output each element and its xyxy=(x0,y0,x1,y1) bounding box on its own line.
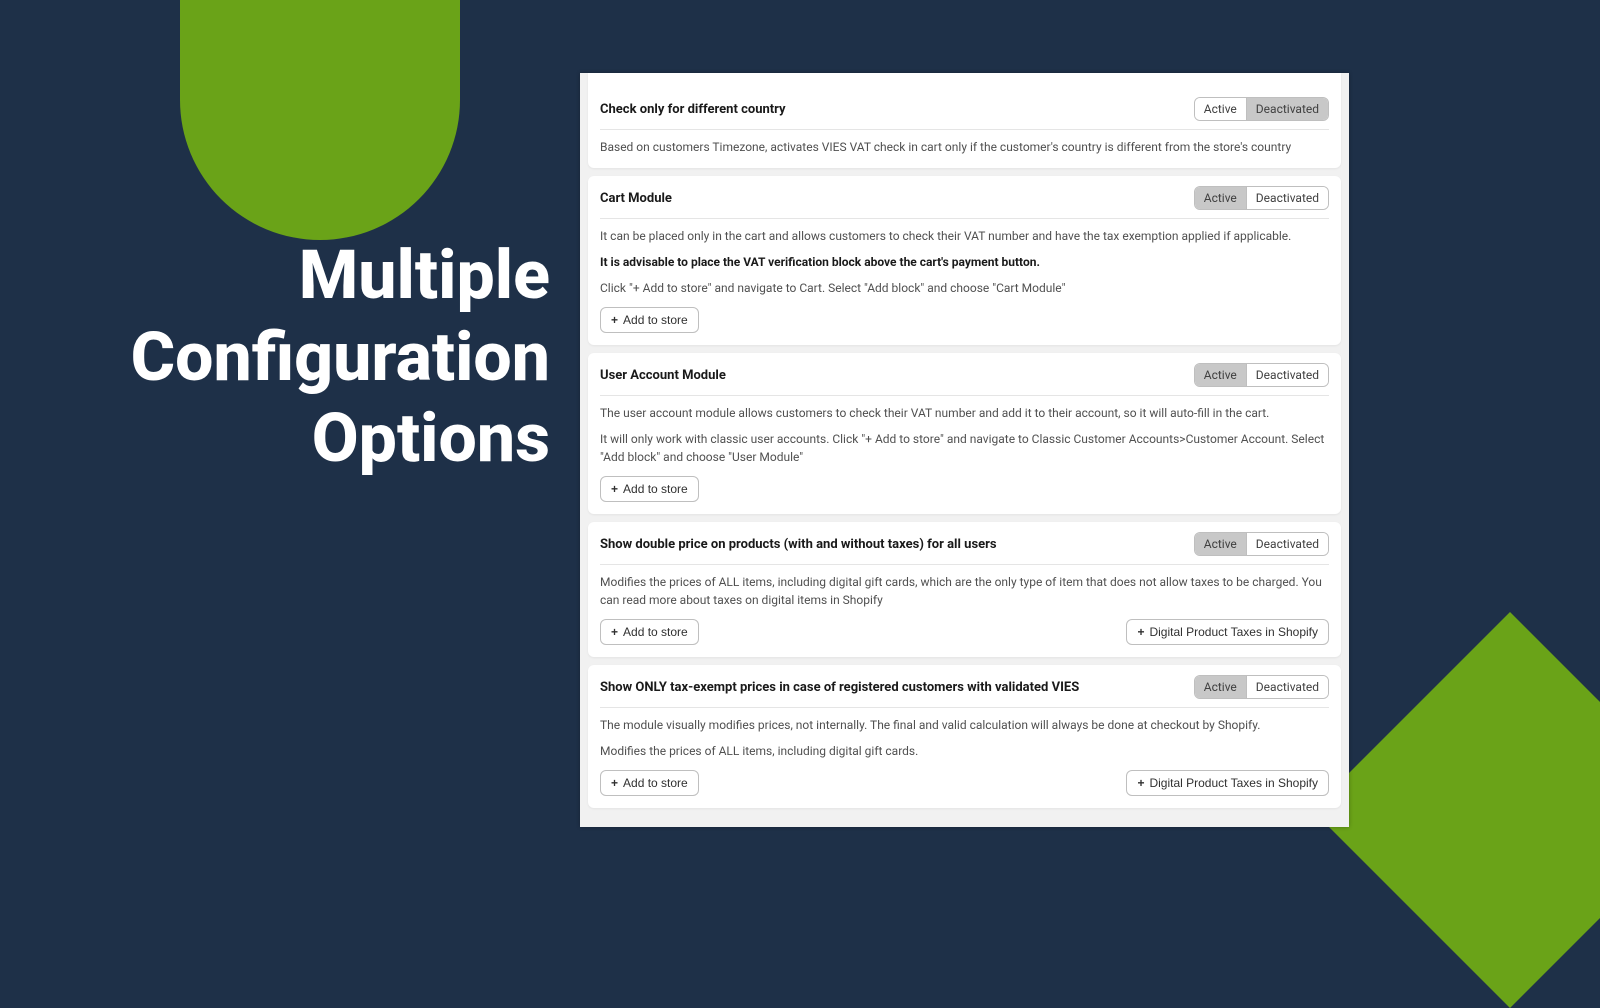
decorative-shape-top xyxy=(180,0,460,240)
card-body: Modifies the prices of ALL items, includ… xyxy=(600,573,1329,609)
plus-icon: + xyxy=(1137,625,1144,639)
plus-icon: + xyxy=(611,625,618,639)
plus-icon: + xyxy=(611,313,618,327)
card-header: Cart Module ActiveDeactivated xyxy=(600,186,1329,219)
add-to-store-button[interactable]: + Add to store xyxy=(600,307,699,333)
toggle-group: ActiveDeactivated xyxy=(1194,532,1329,556)
card-body: The user account module allows customers… xyxy=(600,404,1329,466)
config-card: Show double price on products (with and … xyxy=(588,522,1341,657)
card-title: Check only for different country xyxy=(600,102,786,117)
digital-taxes-button[interactable]: + Digital Product Taxes in Shopify xyxy=(1126,619,1329,645)
card-actions: + Add to store + Digital Product Taxes in S… xyxy=(600,770,1329,796)
plus-icon: + xyxy=(611,776,618,790)
config-card: User Account Module ActiveDeactivated The … xyxy=(588,353,1341,514)
card-text: It will only work with classic user acco… xyxy=(600,430,1329,466)
config-card: Cart Module ActiveDeactivated It can be pl… xyxy=(588,176,1341,345)
card-title: Cart Module xyxy=(600,191,672,206)
toggle-active[interactable]: Active xyxy=(1195,187,1246,209)
card-text: The user account module allows customers… xyxy=(600,404,1329,422)
card-title: Show double price on products (with and … xyxy=(600,537,997,552)
card-text: It is advisable to place the VAT verific… xyxy=(600,253,1329,271)
card-header: User Account Module ActiveDeactivated xyxy=(600,363,1329,396)
toggle-deactivated[interactable]: Deactivated xyxy=(1246,676,1328,698)
toggle-deactivated[interactable]: Deactivated xyxy=(1246,98,1328,120)
toggle-group: ActiveDeactivated xyxy=(1194,186,1329,210)
button-label: Digital Product Taxes in Shopify xyxy=(1149,776,1318,790)
button-label: Add to store xyxy=(623,482,688,496)
toggle-group: ActiveDeactivated xyxy=(1194,97,1329,121)
toggle-deactivated[interactable]: Deactivated xyxy=(1246,364,1328,386)
card-title: Show ONLY tax-exempt prices in case of r… xyxy=(600,680,1079,695)
card-header: Show double price on products (with and … xyxy=(600,532,1329,565)
card-body: Based on customers Timezone, activates V… xyxy=(600,138,1329,156)
decorative-shape-bottom xyxy=(1312,612,1600,1008)
card-header: Show ONLY tax-exempt prices in case of r… xyxy=(600,675,1329,708)
card-text: The module visually modifies prices, not… xyxy=(600,716,1329,734)
button-label: Digital Product Taxes in Shopify xyxy=(1149,625,1318,639)
config-panel: Check only for different countryActiveDe… xyxy=(580,73,1349,827)
card-actions: + Add to store + Digital Product Taxes in S… xyxy=(600,619,1329,645)
add-to-store-button[interactable]: + Add to store xyxy=(600,770,699,796)
add-to-store-button[interactable]: + Add to store xyxy=(600,619,699,645)
toggle-active[interactable]: Active xyxy=(1195,676,1246,698)
card-header: Check only for different country ActiveDe… xyxy=(600,97,1329,130)
plus-icon: + xyxy=(611,482,618,496)
button-label: Add to store xyxy=(623,776,688,790)
plus-icon: + xyxy=(1137,776,1144,790)
card-title: User Account Module xyxy=(600,368,726,383)
card-text: Modifies the prices of ALL items, includ… xyxy=(600,742,1329,760)
card-text: Modifies the prices of ALL items, includ… xyxy=(600,573,1329,609)
toggle-deactivated[interactable]: Deactivated xyxy=(1246,187,1328,209)
card-actions: + Add to store xyxy=(600,307,1329,333)
card-text: It can be placed only in the cart and al… xyxy=(600,227,1329,245)
digital-taxes-button[interactable]: + Digital Product Taxes in Shopify xyxy=(1126,770,1329,796)
card-text: Based on customers Timezone, activates V… xyxy=(600,138,1329,156)
add-to-store-button[interactable]: + Add to store xyxy=(600,476,699,502)
button-label: Add to store xyxy=(623,625,688,639)
card-actions: + Add to store xyxy=(600,476,1329,502)
card-text: Click "+ Add to store" and navigate to C… xyxy=(600,279,1329,297)
card-body: It can be placed only in the cart and al… xyxy=(600,227,1329,297)
toggle-active[interactable]: Active xyxy=(1195,364,1246,386)
page-title: Multiple Configuration Options xyxy=(20,235,550,480)
toggle-active[interactable]: Active xyxy=(1195,533,1246,555)
config-card: Check only for different country ActiveDe… xyxy=(588,73,1341,168)
toggle-group: ActiveDeactivated xyxy=(1194,675,1329,699)
toggle-active[interactable]: Active xyxy=(1195,98,1246,120)
button-label: Add to store xyxy=(623,313,688,327)
toggle-group: ActiveDeactivated xyxy=(1194,363,1329,387)
config-card: Show ONLY tax-exempt prices in case of r… xyxy=(588,665,1341,808)
toggle-deactivated[interactable]: Deactivated xyxy=(1246,533,1328,555)
card-body: The module visually modifies prices, not… xyxy=(600,716,1329,760)
